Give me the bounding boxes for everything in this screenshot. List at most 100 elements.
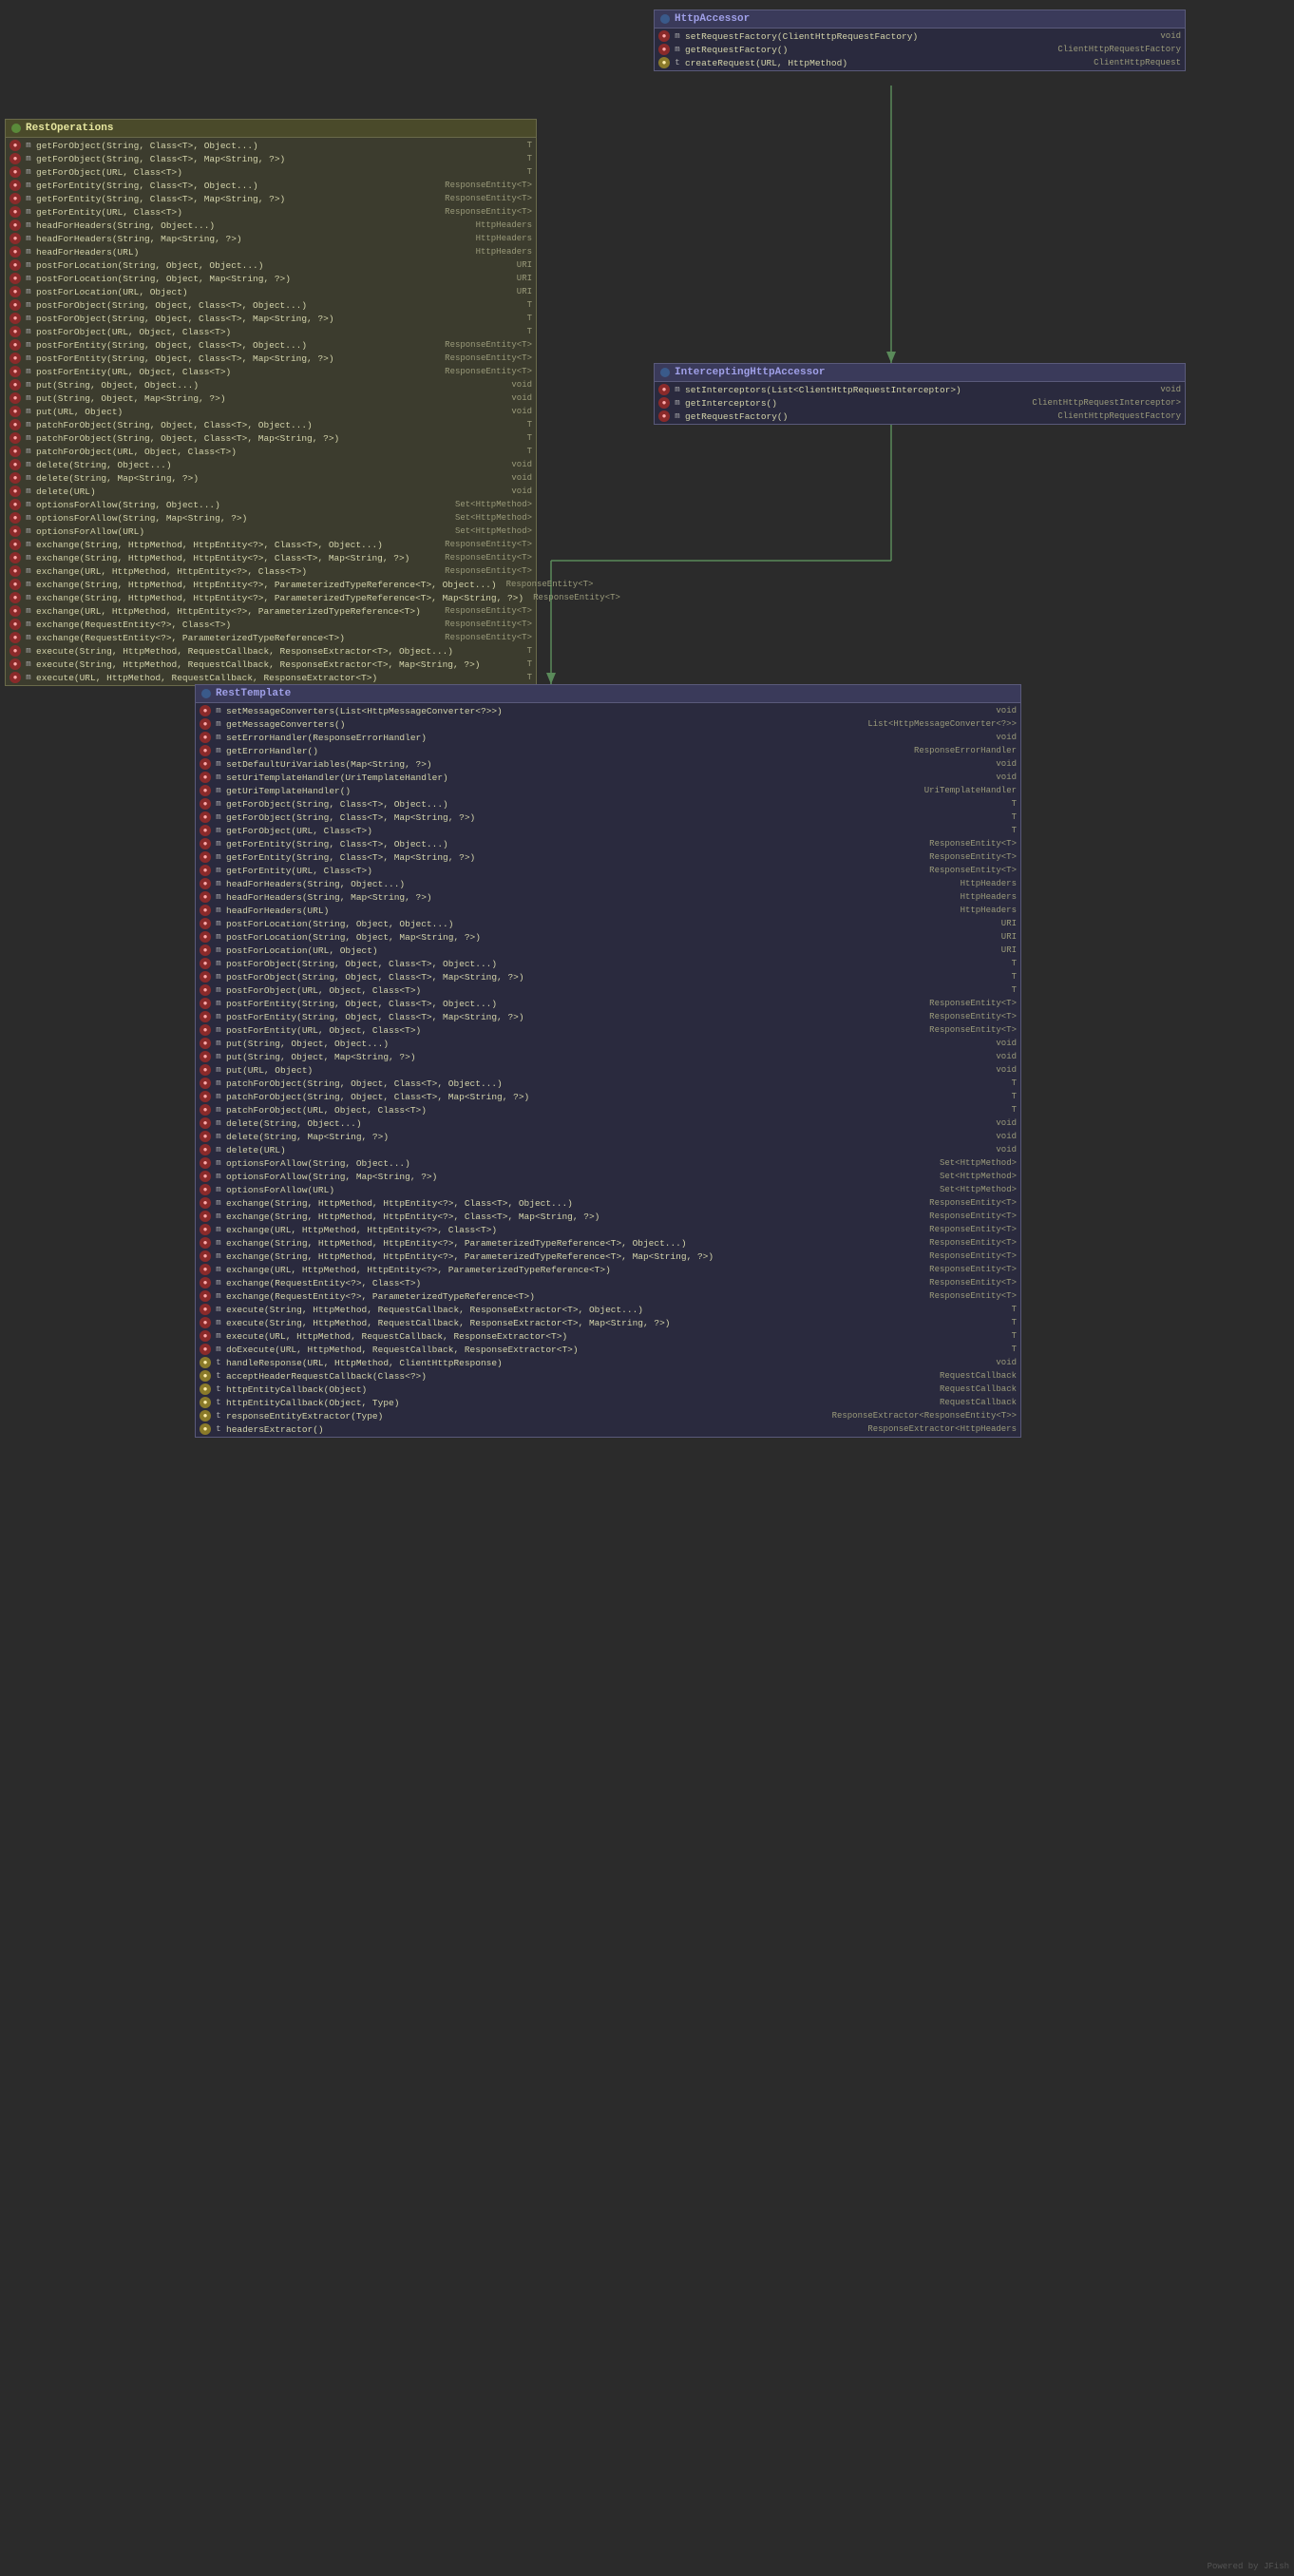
member-row[interactable]: ● m postForObject(URL, Object, Class<T>)… xyxy=(6,325,536,338)
member-row[interactable]: ● m setInterceptors(List<ClientHttpReque… xyxy=(655,383,1185,396)
member-row[interactable]: ● m getForObject(String, Class<T>, Objec… xyxy=(6,139,536,152)
member-row[interactable]: ● m postForEntity(String, Object, Class<… xyxy=(6,338,536,352)
member-row[interactable]: ● m patchForObject(String, Object, Class… xyxy=(196,1077,1020,1090)
member-row[interactable]: ● m getForEntity(URL, Class<T>) Response… xyxy=(6,205,536,219)
member-row[interactable]: ● m postForEntity(String, Object, Class<… xyxy=(196,1010,1020,1023)
member-row[interactable]: ● t acceptHeaderRequestCallback(Class<?>… xyxy=(196,1369,1020,1383)
member-row[interactable]: ● m delete(String, Object...) void xyxy=(6,458,536,471)
member-row[interactable]: ● m put(URL, Object) void xyxy=(196,1063,1020,1077)
member-row[interactable]: ● m execute(String, HttpMethod, RequestC… xyxy=(6,658,536,671)
member-row[interactable]: ● m setRequestFactory(ClientHttpRequestF… xyxy=(655,29,1185,43)
member-row[interactable]: ● m optionsForAllow(String, Map<String, … xyxy=(6,511,536,525)
member-row[interactable]: ● m delete(String, Map<String, ?>) void xyxy=(6,471,536,485)
member-row[interactable]: ● m getForObject(String, Class<T>, Map<S… xyxy=(196,811,1020,824)
member-row[interactable]: ● m getForObject(String, Class<T>, Map<S… xyxy=(6,152,536,165)
member-row[interactable]: ● m execute(String, HttpMethod, RequestC… xyxy=(196,1316,1020,1329)
member-row[interactable]: ● m postForObject(URL, Object, Class<T>)… xyxy=(196,983,1020,997)
member-row[interactable]: ● m exchange(URL, HttpMethod, HttpEntity… xyxy=(196,1223,1020,1236)
member-row[interactable]: ● m headForHeaders(String, Map<String, ?… xyxy=(196,890,1020,904)
member-row[interactable]: ● m delete(URL) void xyxy=(6,485,536,498)
member-row[interactable]: ● m exchange(RequestEntity<?>, Class<T>)… xyxy=(6,618,536,631)
member-row[interactable]: ● t httpEntityCallback(Object) RequestCa… xyxy=(196,1383,1020,1396)
member-row[interactable]: ● m getForEntity(String, Class<T>, Map<S… xyxy=(6,192,536,205)
member-row[interactable]: ● m headForHeaders(String, Map<String, ?… xyxy=(6,232,536,245)
member-row[interactable]: ● m put(String, Object, Map<String, ?>) … xyxy=(6,391,536,405)
member-row[interactable]: ● m getForObject(URL, Class<T>) T xyxy=(6,165,536,179)
member-row[interactable]: ● m put(String, Object, Object...) void xyxy=(6,378,536,391)
member-row[interactable]: ● m optionsForAllow(String, Object...) S… xyxy=(6,498,536,511)
member-row[interactable]: ● m headForHeaders(URL) HttpHeaders xyxy=(196,904,1020,917)
member-row[interactable]: ● m patchForObject(String, Object, Class… xyxy=(6,431,536,445)
member-row[interactable]: ● m exchange(URL, HttpMethod, HttpEntity… xyxy=(196,1263,1020,1276)
member-row[interactable]: ● m put(String, Object, Object...) void xyxy=(196,1037,1020,1050)
member-row[interactable]: ● m getMessageConverters() List<HttpMess… xyxy=(196,717,1020,731)
member-row[interactable]: ● m patchForObject(String, Object, Class… xyxy=(196,1090,1020,1103)
member-row[interactable]: ● m exchange(RequestEntity<?>, Parameter… xyxy=(6,631,536,644)
member-row[interactable]: ● m getForObject(URL, Class<T>) T xyxy=(196,824,1020,837)
member-row[interactable]: ● m put(URL, Object) void xyxy=(6,405,536,418)
member-row[interactable]: ● m exchange(String, HttpMethod, HttpEnt… xyxy=(6,551,536,564)
member-row[interactable]: ● m exchange(String, HttpMethod, HttpEnt… xyxy=(196,1250,1020,1263)
member-row[interactable]: ● m optionsForAllow(String, Object...) S… xyxy=(196,1156,1020,1170)
member-row[interactable]: ● m delete(String, Map<String, ?>) void xyxy=(196,1130,1020,1143)
member-row[interactable]: ● m postForLocation(String, Object, Map<… xyxy=(6,272,536,285)
member-row[interactable]: ● m setUriTemplateHandler(UriTemplateHan… xyxy=(196,771,1020,784)
member-row[interactable]: ● m getRequestFactory() ClientHttpReques… xyxy=(655,410,1185,423)
member-row[interactable]: ● m exchange(String, HttpMethod, HttpEnt… xyxy=(196,1236,1020,1250)
member-row[interactable]: ● m getRequestFactory() ClientHttpReques… xyxy=(655,43,1185,56)
member-row[interactable]: ● m getForEntity(String, Class<T>, Objec… xyxy=(6,179,536,192)
member-row[interactable]: ● t handleResponse(URL, HttpMethod, Clie… xyxy=(196,1356,1020,1369)
member-row[interactable]: ● m patchForObject(String, Object, Class… xyxy=(6,418,536,431)
member-row[interactable]: ● m getForObject(String, Class<T>, Objec… xyxy=(196,797,1020,811)
member-row[interactable]: ● m postForLocation(URL, Object) URI xyxy=(6,285,536,298)
member-row[interactable]: ● m setMessageConverters(List<HttpMessag… xyxy=(196,704,1020,717)
member-row[interactable]: ● m exchange(URL, HttpMethod, HttpEntity… xyxy=(6,564,536,578)
member-row[interactable]: ● m postForEntity(URL, Object, Class<T>)… xyxy=(196,1023,1020,1037)
member-row[interactable]: ● m postForLocation(String, Object, Map<… xyxy=(196,930,1020,944)
member-row[interactable]: ● m exchange(URL, HttpMethod, HttpEntity… xyxy=(6,604,536,618)
member-row[interactable]: ● m getInterceptors() ClientHttpRequestI… xyxy=(655,396,1185,410)
member-row[interactable]: ● m exchange(String, HttpMethod, HttpEnt… xyxy=(6,591,536,604)
member-row[interactable]: ● m exchange(String, HttpMethod, HttpEnt… xyxy=(6,538,536,551)
member-row[interactable]: ● m optionsForAllow(URL) Set<HttpMethod> xyxy=(6,525,536,538)
member-row[interactable]: ● m postForObject(String, Object, Class<… xyxy=(196,957,1020,970)
member-row[interactable]: ● m put(String, Object, Map<String, ?>) … xyxy=(196,1050,1020,1063)
member-row[interactable]: ● m optionsForAllow(URL) Set<HttpMethod> xyxy=(196,1183,1020,1196)
member-row[interactable]: ● m postForLocation(String, Object, Obje… xyxy=(196,917,1020,930)
member-row[interactable]: ● m getUriTemplateHandler() UriTemplateH… xyxy=(196,784,1020,797)
member-row[interactable]: ● m patchForObject(URL, Object, Class<T>… xyxy=(6,445,536,458)
member-row[interactable]: ● t responseEntityExtractor(Type) Respon… xyxy=(196,1409,1020,1422)
member-row[interactable]: ● m exchange(RequestEntity<?>, Parameter… xyxy=(196,1289,1020,1303)
member-row[interactable]: ● m getForEntity(String, Class<T>, Objec… xyxy=(196,837,1020,850)
member-row[interactable]: ● m getErrorHandler() ResponseErrorHandl… xyxy=(196,744,1020,757)
member-row[interactable]: ● m optionsForAllow(String, Map<String, … xyxy=(196,1170,1020,1183)
member-row[interactable]: ● m headForHeaders(URL) HttpHeaders xyxy=(6,245,536,258)
member-row[interactable]: ● m postForObject(String, Object, Class<… xyxy=(196,970,1020,983)
member-row[interactable]: ● m getForEntity(URL, Class<T>) Response… xyxy=(196,864,1020,877)
member-row[interactable]: ● m exchange(String, HttpMethod, HttpEnt… xyxy=(196,1210,1020,1223)
member-row[interactable]: ● m postForObject(String, Object, Class<… xyxy=(6,298,536,312)
member-row[interactable]: ● m doExecute(URL, HttpMethod, RequestCa… xyxy=(196,1343,1020,1356)
member-row[interactable]: ● m delete(String, Object...) void xyxy=(196,1116,1020,1130)
member-row[interactable]: ● m execute(URL, HttpMethod, RequestCall… xyxy=(6,671,536,684)
member-row[interactable]: ● m exchange(String, HttpMethod, HttpEnt… xyxy=(6,578,536,591)
member-row[interactable]: ● t httpEntityCallback(Object, Type) Req… xyxy=(196,1396,1020,1409)
member-row[interactable]: ● m postForLocation(String, Object, Obje… xyxy=(6,258,536,272)
member-row[interactable]: ● m exchange(RequestEntity<?>, Class<T>)… xyxy=(196,1276,1020,1289)
member-row[interactable]: ● m postForEntity(URL, Object, Class<T>)… xyxy=(6,365,536,378)
member-row[interactable]: ● m patchForObject(URL, Object, Class<T>… xyxy=(196,1103,1020,1116)
member-row[interactable]: ● m setErrorHandler(ResponseErrorHandler… xyxy=(196,731,1020,744)
member-row[interactable]: ● m postForEntity(String, Object, Class<… xyxy=(6,352,536,365)
member-row[interactable]: ● m postForEntity(String, Object, Class<… xyxy=(196,997,1020,1010)
member-row[interactable]: ● t headersExtractor() ResponseExtractor… xyxy=(196,1422,1020,1436)
member-row[interactable]: ● t createRequest(URL, HttpMethod) Clien… xyxy=(655,56,1185,69)
member-row[interactable]: ● m setDefaultUriVariables(Map<String, ?… xyxy=(196,757,1020,771)
member-row[interactable]: ● m execute(URL, HttpMethod, RequestCall… xyxy=(196,1329,1020,1343)
member-row[interactable]: ● m execute(String, HttpMethod, RequestC… xyxy=(196,1303,1020,1316)
member-row[interactable]: ● m exchange(String, HttpMethod, HttpEnt… xyxy=(196,1196,1020,1210)
member-row[interactable]: ● m postForLocation(URL, Object) URI xyxy=(196,944,1020,957)
member-row[interactable]: ● m execute(String, HttpMethod, RequestC… xyxy=(6,644,536,658)
member-row[interactable]: ● m headForHeaders(String, Object...) Ht… xyxy=(6,219,536,232)
member-row[interactable]: ● m headForHeaders(String, Object...) Ht… xyxy=(196,877,1020,890)
member-row[interactable]: ● m getForEntity(String, Class<T>, Map<S… xyxy=(196,850,1020,864)
